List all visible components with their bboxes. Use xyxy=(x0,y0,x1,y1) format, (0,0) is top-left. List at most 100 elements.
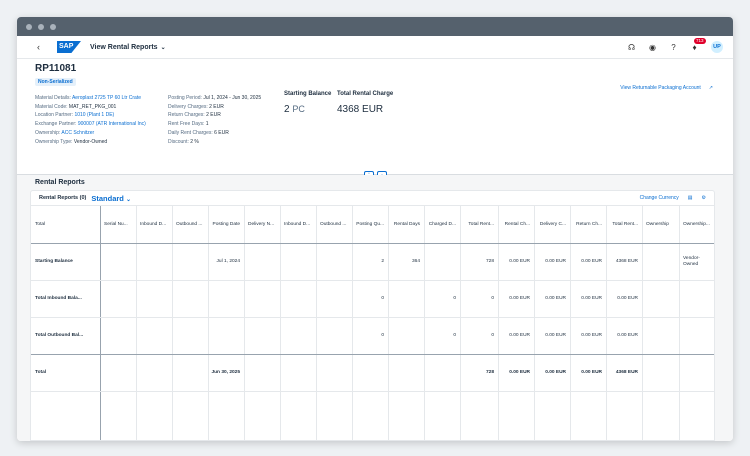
app-title[interactable]: View Rental Reports ⌄ xyxy=(90,44,166,51)
table-row xyxy=(31,280,714,281)
column-header: Total xyxy=(35,222,46,227)
column-divider xyxy=(388,206,389,440)
attribute-row: Return Charges: 2 EUR xyxy=(168,111,261,120)
column-divider xyxy=(606,206,607,440)
attribute-value: 2 EUR xyxy=(206,112,221,119)
table-toolbar: Rental Reports (0) Standard ⌄ Change Cur… xyxy=(31,191,714,206)
table-cell xyxy=(280,243,316,280)
bell-icon[interactable]: ♦ 713 xyxy=(690,37,706,52)
table-cell: Jul 1, 2024 xyxy=(216,259,240,264)
table-cell xyxy=(208,317,244,354)
table-cell: 0 xyxy=(491,296,494,301)
table-cell xyxy=(679,280,714,317)
window-dot-icon[interactable] xyxy=(26,23,32,30)
view-rpa-link-label[interactable]: View Returnable Packaging Account xyxy=(620,85,701,91)
settings-icon[interactable]: ⚙ xyxy=(702,195,706,201)
column-header: Total Rent... xyxy=(468,222,494,227)
table-row xyxy=(31,243,714,244)
export-icon[interactable]: ▤ xyxy=(688,195,693,201)
back-icon[interactable]: ‹ xyxy=(37,42,49,52)
table-row xyxy=(31,317,714,318)
table-cell: 4368 EUR xyxy=(615,259,638,264)
table-cell: 0.00 EUR xyxy=(545,259,566,264)
table-cell xyxy=(172,243,208,280)
table-cell: 0.00 EUR xyxy=(581,296,602,301)
headset-icon[interactable]: ☊ xyxy=(627,43,636,52)
table-cell xyxy=(280,317,316,354)
kpi-starting-balance: Starting Balance 2 PC xyxy=(284,91,331,115)
table-cell xyxy=(136,354,172,391)
variant-select[interactable]: Standard ⌄ xyxy=(91,194,131,203)
rental-reports-table: Rental Reports (0) Standard ⌄ Change Cur… xyxy=(30,190,715,441)
table-cell xyxy=(100,354,136,391)
attribute-value: MAT_RET_PKG_001 xyxy=(68,103,117,110)
attribute-row: Rent Free Days: 1 xyxy=(168,120,261,129)
window-titlebar xyxy=(17,17,733,36)
column-divider xyxy=(316,206,317,440)
window-dot-icon[interactable] xyxy=(38,23,44,30)
status-badge: Non-Serialized xyxy=(35,78,76,86)
table-cell xyxy=(280,280,316,317)
attribute-link[interactable]: 1010 (Plant 1 DE) xyxy=(74,112,114,118)
table-cell xyxy=(100,280,136,317)
column-header: Ownership... xyxy=(683,222,710,227)
table-cell xyxy=(244,317,280,354)
column-divider xyxy=(460,206,461,440)
table-cell: 0.00 EUR xyxy=(581,259,602,264)
attribute-label: Location Partner: xyxy=(35,112,75,119)
table-cell: 0 xyxy=(381,333,384,338)
column-divider xyxy=(570,206,571,440)
app-title-label: View Rental Reports xyxy=(90,43,158,51)
table-cell xyxy=(244,354,280,391)
table-cell xyxy=(316,243,352,280)
browser-window: ‹ SAP View Rental Reports ⌄ ☊ ◉ ? ♦ 713 UP… xyxy=(17,17,733,441)
row-label: Total Outbound Bal... xyxy=(35,333,84,338)
chat-icon[interactable]: ◉ xyxy=(648,43,657,52)
table-cell xyxy=(642,280,679,317)
column-header: Inbound D... xyxy=(140,222,167,227)
table-cell: 0.00 EUR xyxy=(545,296,566,301)
attribute-label: Ownership: xyxy=(35,129,62,136)
avatar[interactable]: UP xyxy=(711,41,723,53)
attribute-link[interactable]: 900007 (ATR International Inc) xyxy=(78,121,146,127)
help-icon[interactable]: ? xyxy=(669,43,678,52)
column-header: Delivery C... xyxy=(539,222,566,227)
change-currency-button[interactable]: Change Currency xyxy=(640,195,679,201)
column-divider xyxy=(679,206,680,440)
column-header: Serial Nu... xyxy=(104,222,128,227)
table-cell xyxy=(172,317,208,354)
column-divider xyxy=(424,206,425,440)
row-label: Starting Balance xyxy=(35,259,73,264)
column-header: Charged D... xyxy=(428,222,456,227)
table-row xyxy=(31,391,714,392)
table-cell: 0.00 EUR xyxy=(545,333,566,338)
attribute-link[interactable]: Aeroplast 2725 TP 60 Ltr Crate xyxy=(72,95,141,101)
column-divider xyxy=(534,206,535,440)
table-cell: 0.00 EUR xyxy=(617,333,638,338)
table-cell xyxy=(100,243,136,280)
table-cell: 0.00 EUR xyxy=(545,370,566,375)
table-actions: Change Currency ▤ ⚙ xyxy=(640,195,706,201)
attribute-label: Posting Period: xyxy=(168,95,204,101)
attribute-row: Delivery Charges: 2 EUR xyxy=(168,103,261,112)
window-dot-icon[interactable] xyxy=(50,23,56,30)
attribute-label: Discount: xyxy=(168,138,191,145)
table-cell xyxy=(316,317,352,354)
attribute-value: Vendor-Owned xyxy=(73,138,108,145)
table-cell xyxy=(424,354,460,391)
table-cell xyxy=(244,243,280,280)
column-divider xyxy=(100,206,101,440)
view-rpa-link[interactable]: View Returnable Packaging Account ↗ xyxy=(620,85,713,91)
table-cell xyxy=(679,354,714,391)
column-divider xyxy=(244,206,245,440)
table-cell: 0.00 EUR xyxy=(581,333,602,338)
table-cell: 0 xyxy=(453,333,456,338)
table-cell xyxy=(424,243,460,280)
kpi-unit: PC xyxy=(292,104,305,114)
attribute-label: Ownership Type: xyxy=(35,138,74,145)
external-link-icon[interactable]: ↗ xyxy=(709,85,713,91)
shell-bar: ‹ SAP View Rental Reports ⌄ ☊ ◉ ? ♦ 713 UP xyxy=(17,36,733,59)
attribute-link[interactable]: ACC Schnitzer xyxy=(61,130,94,136)
table-cell xyxy=(642,354,679,391)
attribute-row: Material Code: MAT_RET_PKG_001 xyxy=(35,103,146,112)
